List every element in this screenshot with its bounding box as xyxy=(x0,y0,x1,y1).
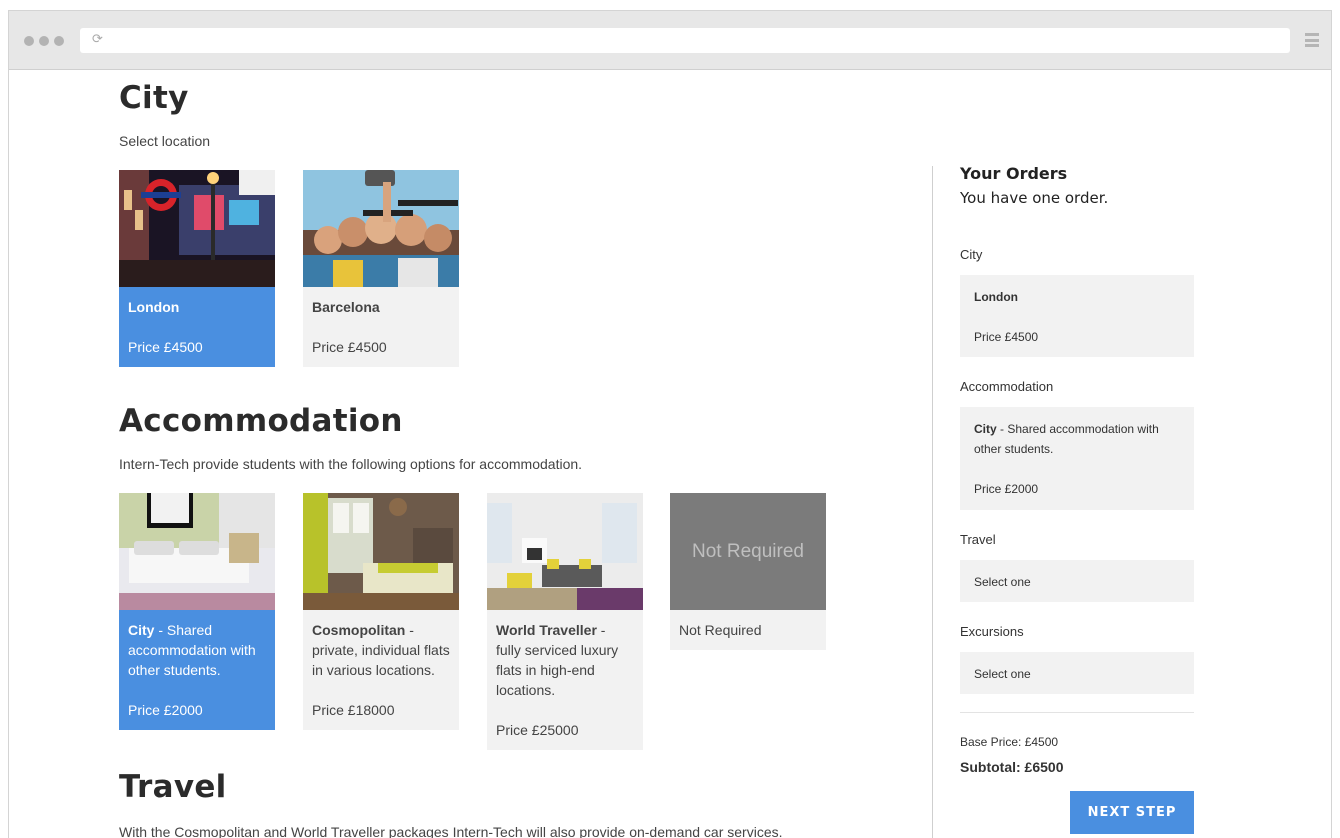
barcelona-image xyxy=(303,170,459,287)
orders-subtitle: You have one order. xyxy=(960,189,1109,207)
city-option-london[interactable]: London Price £4500 xyxy=(119,170,275,367)
subtotal: Subtotal: £6500 xyxy=(960,759,1064,775)
living-room-image xyxy=(487,493,643,610)
cosmopolitan-room-image xyxy=(303,493,459,610)
accommodation-option-city[interactable]: City - Shared accommodation with other s… xyxy=(119,493,275,730)
order-accommodation-price: Price £2000 xyxy=(974,482,1039,496)
accommodation-option-name: Cosmopolitan xyxy=(312,622,406,638)
base-price: Base Price: £4500 xyxy=(960,735,1059,749)
window-dot-icon[interactable] xyxy=(39,36,49,46)
travel-heading: Travel xyxy=(119,769,227,805)
order-divider xyxy=(960,712,1194,713)
order-excursions-label: Excursions xyxy=(960,624,1024,639)
city-option-name: London xyxy=(128,299,180,315)
city-heading: City xyxy=(119,80,189,116)
window-dot-icon[interactable] xyxy=(54,36,64,46)
order-city-label: City xyxy=(960,247,983,262)
order-accommodation-box[interactable]: City - Shared accommodation with other s… xyxy=(960,407,1194,510)
hamburger-menu-icon[interactable] xyxy=(1305,33,1319,47)
accommodation-option-name: World Traveller xyxy=(496,622,597,638)
orders-title: Your Orders xyxy=(960,164,1068,183)
accommodation-option-not-required[interactable]: Not Required Not Required xyxy=(670,493,826,650)
order-accommodation-detail: - Shared accommodation with other studen… xyxy=(974,422,1159,456)
order-city-box[interactable]: London Price £4500 xyxy=(960,275,1194,357)
order-city-price: Price £4500 xyxy=(974,330,1039,344)
bedroom-image xyxy=(119,493,275,610)
accommodation-option-price: Price £18000 xyxy=(312,702,395,718)
browser-toolbar: ⟳ xyxy=(9,11,1331,70)
order-accommodation-name: City xyxy=(974,422,997,436)
city-option-price: Price £4500 xyxy=(128,339,203,355)
order-city-name: London xyxy=(974,290,1018,304)
order-accommodation-label: Accommodation xyxy=(960,379,1054,394)
accommodation-option-name: Not Required xyxy=(679,622,762,638)
address-bar[interactable]: ⟳ xyxy=(80,28,1290,53)
not-required-image: Not Required xyxy=(670,493,826,610)
page-content: City Select location London Price £4500 … xyxy=(0,70,1340,838)
order-excursions-value: Select one xyxy=(974,667,1031,681)
reload-icon[interactable]: ⟳ xyxy=(92,33,106,47)
order-travel-label: Travel xyxy=(960,532,996,547)
accommodation-option-world-traveller[interactable]: World Traveller - fully serviced luxury … xyxy=(487,493,643,750)
city-option-price: Price £4500 xyxy=(312,339,387,355)
order-travel-value: Select one xyxy=(974,575,1031,589)
city-description: Select location xyxy=(119,133,211,149)
next-step-button[interactable]: NEXT STEP xyxy=(1070,791,1194,834)
accommodation-option-name: City xyxy=(128,622,155,638)
accommodation-option-price: Price £2000 xyxy=(128,702,203,718)
city-option-barcelona[interactable]: Barcelona Price £4500 xyxy=(303,170,459,367)
london-image xyxy=(119,170,275,287)
accommodation-heading: Accommodation xyxy=(119,403,403,439)
order-excursions-select[interactable]: Select one xyxy=(960,652,1194,694)
sidebar-divider xyxy=(932,166,933,838)
city-option-name: Barcelona xyxy=(312,299,380,315)
travel-description: With the Cosmopolitan and World Travelle… xyxy=(119,824,783,838)
order-travel-select[interactable]: Select one xyxy=(960,560,1194,602)
window-controls xyxy=(24,36,64,46)
not-required-image-text: Not Required xyxy=(692,540,804,562)
orders-sidebar: Your Orders You have one order. City Lon… xyxy=(960,164,1194,838)
accommodation-option-price: Price £25000 xyxy=(496,722,579,738)
accommodation-description: Intern-Tech provide students with the fo… xyxy=(119,456,583,472)
accommodation-option-cosmopolitan[interactable]: Cosmopolitan - private, individual flats… xyxy=(303,493,459,730)
window-dot-icon[interactable] xyxy=(24,36,34,46)
